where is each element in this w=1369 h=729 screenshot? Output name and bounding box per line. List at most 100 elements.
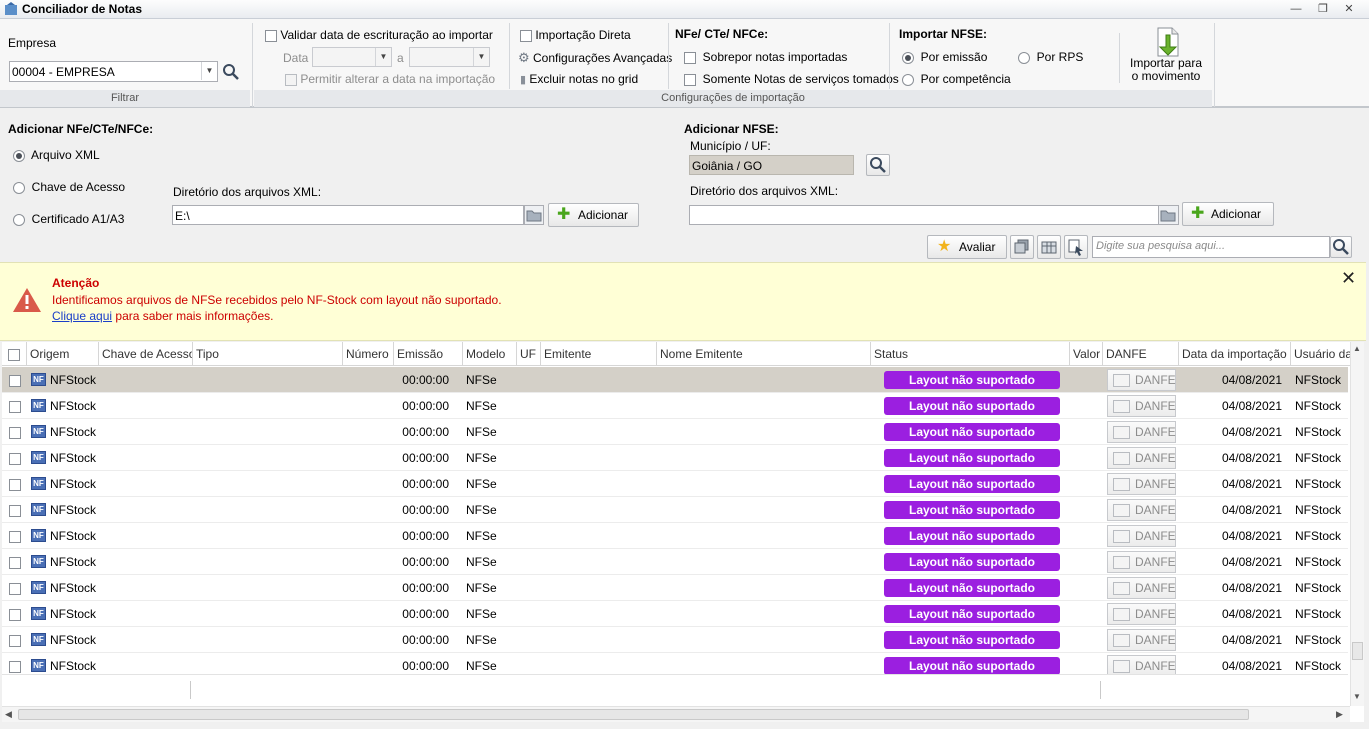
avaliar-button[interactable]: ★ Avaliar [927, 235, 1007, 259]
col-uf[interactable]: UF [517, 342, 541, 366]
grid-search-input[interactable]: Digite sua pesquisa aqui... [1092, 236, 1330, 258]
date-from-input[interactable]: ▼ [312, 47, 392, 67]
chevron-down-icon[interactable]: ▼ [473, 48, 489, 66]
row-checkbox[interactable] [9, 374, 21, 387]
horizontal-scrollbar[interactable]: ◀ ▶ [2, 706, 1350, 722]
table-row[interactable]: NF NFStock 00:00:00 NFSe Layout não suportad… [2, 549, 1348, 575]
row-checkbox-cell[interactable] [9, 373, 21, 387]
radio[interactable] [13, 149, 25, 162]
danfe-button[interactable]: DANFE [1107, 629, 1176, 651]
empresa-select[interactable]: 00004 - EMPRESA ▼ [9, 61, 218, 82]
row-checkbox[interactable] [9, 452, 21, 465]
danfe-button[interactable]: DANFE [1107, 447, 1176, 469]
excluir-notas-button[interactable]: ▮ Excluir notas no grid [520, 72, 638, 86]
por-emissao-radio[interactable]: Por emissão [902, 50, 987, 64]
municipio-search-button[interactable] [866, 154, 890, 176]
radio[interactable] [902, 73, 914, 86]
col-numero[interactable]: Número [343, 342, 394, 366]
table-row[interactable]: NF NFStock 00:00:00 NFSe Layout não suportad… [2, 497, 1348, 523]
col-data-importacao[interactable]: Data da importação [1179, 342, 1291, 366]
importacao-direta-checkbox[interactable]: Importação Direta [520, 28, 631, 42]
danfe-button[interactable]: DANFE [1107, 421, 1176, 443]
col-usuario[interactable]: Usuário da [1291, 342, 1350, 366]
export-icon[interactable] [1037, 235, 1061, 259]
row-checkbox-cell[interactable] [9, 607, 21, 621]
scroll-right-icon[interactable]: ▶ [1336, 709, 1343, 720]
select-icon[interactable] [1064, 235, 1088, 259]
select-all-checkbox[interactable] [8, 348, 20, 361]
table-row[interactable]: NF NFStock 00:00:00 NFSe Layout não suportad… [2, 627, 1348, 653]
nfe-dir-input[interactable]: E:\ [172, 205, 524, 225]
row-checkbox-cell[interactable] [9, 451, 21, 465]
nfse-dir-input[interactable] [689, 205, 1159, 225]
row-checkbox[interactable] [9, 608, 21, 621]
chevron-down-icon[interactable]: ▼ [201, 62, 217, 80]
config-avancadas-button[interactable]: ⚙ Configurações Avançadas [518, 50, 672, 66]
close-icon[interactable]: ✕ [1341, 268, 1356, 289]
folder-icon[interactable] [524, 205, 544, 225]
minimize-button[interactable]: — [1287, 2, 1305, 16]
row-checkbox[interactable] [9, 400, 21, 413]
checkbox[interactable] [520, 29, 532, 42]
row-checkbox-cell[interactable] [9, 477, 21, 491]
col-modelo[interactable]: Modelo [463, 342, 517, 366]
chevron-down-icon[interactable]: ▼ [375, 48, 391, 66]
danfe-button[interactable]: DANFE [1107, 369, 1176, 391]
radio[interactable] [13, 213, 25, 226]
row-checkbox[interactable] [9, 478, 21, 491]
row-checkbox-cell[interactable] [9, 633, 21, 647]
row-checkbox-cell[interactable] [9, 399, 21, 413]
scroll-up-icon[interactable]: ▲ [1353, 344, 1361, 353]
col-danfe[interactable]: DANFE [1103, 342, 1179, 366]
table-row[interactable]: NF NFStock 00:00:00 NFSe Layout não suportad… [2, 575, 1348, 601]
por-competencia-radio[interactable]: Por competência [902, 72, 1011, 86]
checkbox[interactable] [684, 51, 696, 64]
radio[interactable] [1018, 51, 1030, 64]
danfe-button[interactable]: DANFE [1107, 473, 1176, 495]
sobrepor-checkbox[interactable]: Sobrepor notas importadas [684, 50, 847, 64]
nfe-add-button[interactable]: ✚ Adicionar [548, 203, 639, 227]
radio[interactable] [902, 51, 914, 64]
col-nome-emitente[interactable]: Nome Emitente [657, 342, 871, 366]
danfe-button[interactable]: DANFE [1107, 395, 1176, 417]
folder-icon[interactable] [1158, 205, 1179, 225]
copy-icon[interactable] [1010, 235, 1034, 259]
col-valor[interactable]: Valor [1070, 342, 1103, 366]
danfe-button[interactable]: DANFE [1107, 525, 1176, 547]
col-status[interactable]: Status [871, 342, 1070, 366]
row-checkbox-cell[interactable] [9, 503, 21, 517]
table-row[interactable]: NF NFStock 00:00:00 NFSe Layout não suportad… [2, 523, 1348, 549]
col-emissao[interactable]: Emissão [394, 342, 463, 366]
scroll-left-icon[interactable]: ◀ [5, 709, 12, 720]
row-checkbox[interactable] [9, 530, 21, 543]
danfe-button[interactable]: DANFE [1107, 603, 1176, 625]
search-icon[interactable] [222, 63, 240, 81]
col-tipo[interactable]: Tipo [193, 342, 343, 366]
permitir-alterar-checkbox[interactable]: Permitir alterar a data na importação [285, 72, 495, 86]
row-checkbox-cell[interactable] [9, 659, 21, 673]
radio[interactable] [13, 181, 25, 194]
importar-movimento-button[interactable]: Importar para o movimento [1124, 23, 1208, 89]
row-checkbox[interactable] [9, 660, 21, 673]
nfse-add-button[interactable]: ✚ Adicionar [1182, 202, 1274, 226]
arquivo-xml-radio[interactable]: Arquivo XML [13, 148, 100, 162]
checkbox[interactable] [684, 73, 696, 86]
grid-search-button[interactable] [1330, 236, 1352, 258]
row-checkbox-cell[interactable] [9, 529, 21, 543]
table-row[interactable]: NF NFStock 00:00:00 NFSe Layout não suportad… [2, 393, 1348, 419]
col-emitente[interactable]: Emitente [541, 342, 657, 366]
scroll-down-icon[interactable]: ▼ [1353, 692, 1361, 701]
col-chave[interactable]: Chave de Acesso [99, 342, 193, 366]
table-row[interactable]: NF NFStock 00:00:00 NFSe Layout não suportad… [2, 367, 1348, 393]
row-checkbox-cell[interactable] [9, 425, 21, 439]
vertical-scrollbar[interactable]: ▲ ▼ [1350, 342, 1364, 706]
somente-servicos-checkbox[interactable]: Somente Notas de serviços tomados [684, 72, 899, 86]
date-to-input[interactable]: ▼ [409, 47, 490, 67]
table-row[interactable]: NF NFStock 00:00:00 NFSe Layout não suportad… [2, 601, 1348, 627]
col-origem[interactable]: Origem [27, 342, 99, 366]
row-checkbox-cell[interactable] [9, 581, 21, 595]
checkbox[interactable] [285, 73, 297, 86]
checkbox[interactable] [265, 29, 277, 42]
restore-button[interactable]: ❐ [1314, 2, 1332, 16]
chave-acesso-radio[interactable]: Chave de Acesso [13, 180, 125, 194]
